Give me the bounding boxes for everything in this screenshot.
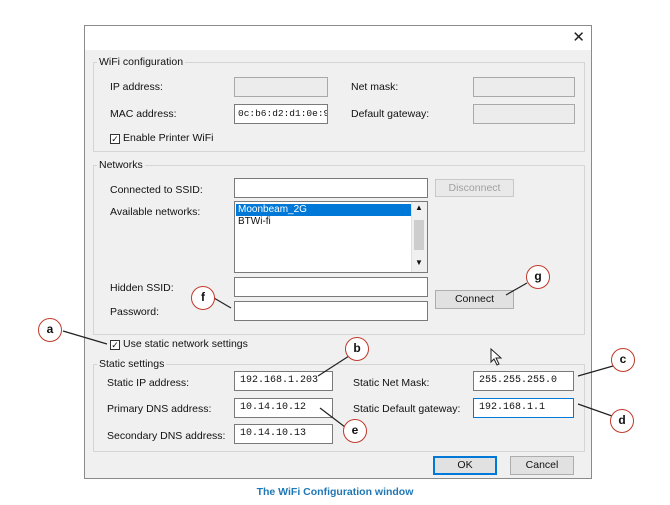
mac-address-field[interactable]: 0c:b6:d2:d1:0e:9b [234, 104, 328, 124]
scroll-up-icon[interactable]: ▲ [415, 203, 423, 212]
static-netmask-label: Static Net Mask: [353, 377, 430, 389]
hidden-ssid-label: Hidden SSID: [110, 282, 174, 294]
scroll-down-icon[interactable]: ▼ [415, 258, 423, 267]
static-ip-field[interactable]: 192.168.1.203 [234, 371, 333, 391]
primary-dns-label: Primary DNS address: [107, 403, 212, 415]
static-settings-legend: Static settings [97, 358, 167, 370]
ok-button[interactable]: OK [433, 456, 497, 475]
connect-button[interactable]: Connect [435, 290, 514, 309]
default-gateway-field[interactable] [473, 104, 575, 124]
callout-e: e [343, 419, 367, 443]
connected-ssid-label: Connected to SSID: [110, 184, 203, 196]
cancel-button[interactable]: Cancel [510, 456, 574, 475]
callout-d: d [610, 409, 634, 433]
callout-c: c [611, 348, 635, 372]
secondary-dns-label: Secondary DNS address: [107, 430, 226, 442]
callout-f: f [191, 286, 215, 310]
cursor-icon [490, 348, 503, 366]
title-bar: ✕ [85, 26, 591, 50]
net-mask-field[interactable] [473, 77, 575, 97]
wifi-config-dialog: ✕ WiFi configuration IP address: Net mas… [84, 25, 592, 479]
callout-a: a [38, 318, 62, 342]
close-icon[interactable]: ✕ [572, 28, 585, 46]
network-item-moonbeam[interactable]: Moonbeam_2G [236, 204, 412, 216]
networks-legend: Networks [97, 159, 145, 171]
figure-caption: The WiFi Configuration window [256, 486, 414, 498]
primary-dns-field[interactable]: 10.14.10.12 [234, 398, 333, 418]
static-gateway-field[interactable]: 192.168.1.1 [473, 398, 574, 418]
callout-g: g [526, 265, 550, 289]
password-label: Password: [110, 306, 160, 318]
disconnect-button[interactable]: Disconnect [435, 179, 514, 197]
callout-b: b [345, 337, 369, 361]
available-networks-list[interactable]: Moonbeam_2G BTWi-fi ▲ ▼ [234, 201, 428, 273]
static-ip-label: Static IP address: [107, 377, 190, 389]
connected-ssid-field[interactable] [234, 178, 428, 198]
network-list-scrollbar[interactable]: ▲ ▼ [411, 202, 427, 272]
use-static-label: Use static network settings [123, 338, 248, 350]
available-networks-label: Available networks: [110, 206, 201, 218]
enable-wifi-checkbox[interactable]: ✓ [110, 134, 120, 144]
secondary-dns-field[interactable]: 10.14.10.13 [234, 424, 333, 444]
enable-wifi-label: Enable Printer WiFi [123, 132, 214, 144]
default-gateway-label: Default gateway: [351, 108, 430, 120]
ip-address-field[interactable] [234, 77, 328, 97]
static-gateway-label: Static Default gateway: [353, 403, 461, 415]
mac-address-label: MAC address: [110, 108, 177, 120]
password-field[interactable] [234, 301, 428, 321]
net-mask-label: Net mask: [351, 81, 399, 93]
use-static-checkbox[interactable]: ✓ [110, 340, 120, 350]
ip-address-label: IP address: [110, 81, 163, 93]
static-netmask-field[interactable]: 255.255.255.0 [473, 371, 574, 391]
wifi-config-legend: WiFi configuration [97, 56, 186, 68]
scroll-thumb[interactable] [414, 220, 424, 250]
hidden-ssid-field[interactable] [234, 277, 428, 297]
network-item-btwifi[interactable]: BTWi-fi [236, 216, 412, 228]
